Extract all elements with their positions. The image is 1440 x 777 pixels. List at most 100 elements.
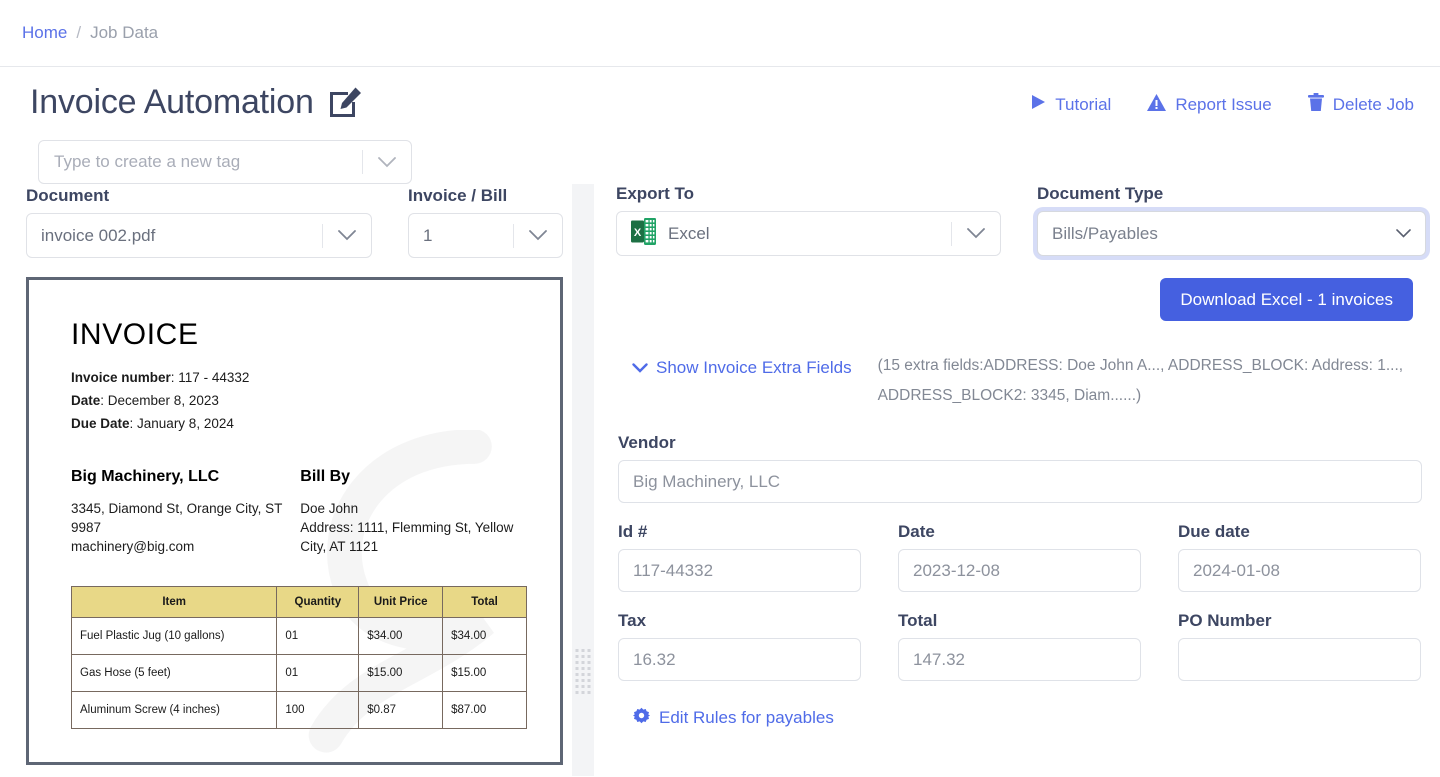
- chevron-down-icon[interactable]: [952, 228, 1000, 239]
- column-header-total: Total: [443, 587, 527, 618]
- column-header-unit-price: Unit Price: [359, 587, 443, 618]
- tax-field: Tax 16.32: [618, 611, 861, 681]
- left-selectors: Document invoice 002.pdf Invoice / Bill …: [26, 184, 572, 258]
- document-preview[interactable]: INVOICE Invoice number: 117 - 44332 Date…: [26, 277, 563, 765]
- tag-input-placeholder[interactable]: Type to create a new tag: [39, 152, 362, 172]
- pane-splitter[interactable]: [572, 184, 594, 776]
- date-value: 2023-12-08: [913, 561, 1000, 581]
- edit-rules-label: Edit Rules for payables: [659, 708, 834, 728]
- download-row: Download Excel - 1 invoices: [616, 278, 1426, 321]
- export-to-field: Export To X: [616, 184, 1001, 256]
- fields-row-1: Id # 117-44332 Date 2023-12-08 Due date …: [616, 522, 1426, 592]
- invoice-bill-select-value: 1: [409, 226, 513, 246]
- invoice-seller-address: 3345, Diamond St, Orange City, ST 9987: [71, 499, 300, 538]
- po-number-input[interactable]: [1178, 638, 1421, 681]
- tax-input[interactable]: 16.32: [618, 638, 861, 681]
- report-issue-label: Report Issue: [1175, 95, 1271, 115]
- breadcrumb-current: Job Data: [90, 23, 158, 43]
- document-select-value: invoice 002.pdf: [27, 226, 322, 246]
- breadcrumb: Home / Job Data: [0, 0, 1440, 67]
- invoice-seller: Big Machinery, LLC 3345, Diamond St, Ora…: [71, 466, 300, 557]
- chevron-down-icon[interactable]: [514, 230, 562, 241]
- invoice-line-items-table: Item Quantity Unit Price Total Fuel Plas…: [71, 586, 527, 729]
- invoice-meta-line: Due Date: January 8, 2024: [71, 412, 520, 435]
- cell-total: $87.00: [443, 692, 527, 729]
- edit-rules-link[interactable]: Edit Rules for payables: [616, 707, 1426, 729]
- download-excel-button[interactable]: Download Excel - 1 invoices: [1160, 278, 1413, 321]
- po-number-label: PO Number: [1178, 611, 1421, 631]
- invoice-meta-line: Invoice number: 117 - 44332: [71, 366, 520, 389]
- splitter-grip-icon[interactable]: [576, 649, 591, 694]
- total-value: 147.32: [913, 650, 965, 670]
- report-issue-button[interactable]: Report Issue: [1147, 94, 1271, 116]
- date-input[interactable]: 2023-12-08: [898, 549, 1141, 592]
- invoice-meta: Invoice number: 117 - 44332 Date: Decemb…: [71, 366, 520, 436]
- tutorial-label: Tutorial: [1055, 95, 1111, 115]
- invoice-seller-name: Big Machinery, LLC: [71, 466, 300, 489]
- warning-triangle-icon: [1147, 94, 1166, 116]
- delete-job-label: Delete Job: [1333, 95, 1414, 115]
- breadcrumb-separator: /: [76, 23, 81, 43]
- tag-select[interactable]: Type to create a new tag: [38, 140, 412, 184]
- total-label: Total: [898, 611, 1141, 631]
- total-field: Total 147.32: [898, 611, 1141, 681]
- cell-unit-price: $0.87: [359, 692, 443, 729]
- column-header-quantity: Quantity: [277, 587, 359, 618]
- cell-total: $15.00: [443, 655, 527, 692]
- play-icon: [1031, 94, 1046, 115]
- export-to-select[interactable]: X: [616, 211, 1001, 256]
- page-title-group: Invoice Automation: [30, 81, 364, 124]
- invoice-duedate-value: January 8, 2024: [137, 416, 234, 431]
- due-date-input[interactable]: 2024-01-08: [1178, 549, 1421, 592]
- edit-title-icon[interactable]: [328, 85, 364, 124]
- column-header-item: Item: [72, 587, 277, 618]
- id-number-field: Id # 117-44332: [618, 522, 861, 592]
- invoice-bill-select[interactable]: 1: [408, 213, 563, 258]
- invoice-billby: Bill By Doe John Address: 1111, Flemming…: [300, 466, 520, 557]
- delete-job-button[interactable]: Delete Job: [1308, 93, 1414, 116]
- cell-item: Aluminum Screw (4 inches): [72, 692, 277, 729]
- document-type-select[interactable]: Bills/Payables: [1037, 211, 1426, 256]
- page-title: Invoice Automation: [30, 84, 314, 121]
- cell-quantity: 01: [277, 618, 359, 655]
- breadcrumb-home-link[interactable]: Home: [22, 23, 67, 43]
- cell-item: Fuel Plastic Jug (10 gallons): [72, 618, 277, 655]
- po-number-field: PO Number: [1178, 611, 1421, 681]
- invoice-parties: Big Machinery, LLC 3345, Diamond St, Ora…: [71, 466, 520, 557]
- table-row: Gas Hose (5 feet) 01 $15.00 $15.00: [72, 655, 527, 692]
- document-select[interactable]: invoice 002.pdf: [26, 213, 372, 258]
- invoice-billby-heading: Bill By: [300, 466, 520, 489]
- due-date-field: Due date 2024-01-08: [1178, 522, 1421, 592]
- document-type-field: Document Type Bills/Payables: [1037, 184, 1426, 256]
- export-to-value: Excel: [658, 224, 951, 244]
- extra-fields-row: Show Invoice Extra Fields (15 extra fiel…: [616, 351, 1426, 411]
- invoice-billby-name: Doe John: [300, 499, 520, 518]
- invoice-meta-line: Date: December 8, 2023: [71, 389, 520, 412]
- total-input[interactable]: 147.32: [898, 638, 1141, 681]
- chevron-down-icon[interactable]: [363, 157, 411, 168]
- left-pane: Document invoice 002.pdf Invoice / Bill …: [0, 184, 572, 776]
- chevron-down-icon[interactable]: [323, 230, 371, 241]
- vendor-field: Vendor Big Machinery, LLC: [616, 433, 1426, 503]
- cell-quantity: 100: [277, 692, 359, 729]
- invoice-seller-email: machinery@big.com: [71, 537, 300, 556]
- show-extra-fields-toggle[interactable]: Show Invoice Extra Fields: [632, 351, 852, 384]
- tutorial-button[interactable]: Tutorial: [1031, 94, 1111, 115]
- excel-icon: X: [631, 218, 656, 250]
- trash-icon: [1308, 93, 1324, 116]
- document-label: Document: [26, 186, 372, 206]
- fields-row-2: Tax 16.32 Total 147.32 PO Number: [616, 611, 1426, 681]
- invoice-bill-field: Invoice / Bill 1: [408, 186, 563, 258]
- show-extra-fields-label: Show Invoice Extra Fields: [656, 351, 852, 384]
- date-label: Date: [898, 522, 1141, 542]
- cell-item: Gas Hose (5 feet): [72, 655, 277, 692]
- chevron-down-icon[interactable]: [1396, 225, 1411, 243]
- invoice-date-key: Date: [71, 393, 100, 408]
- vendor-label: Vendor: [618, 433, 1426, 453]
- cell-unit-price: $15.00: [359, 655, 443, 692]
- id-number-input[interactable]: 117-44332: [618, 549, 861, 592]
- right-pane: Export To X: [594, 184, 1440, 776]
- cell-unit-price: $34.00: [359, 618, 443, 655]
- svg-text:X: X: [634, 227, 642, 239]
- vendor-input[interactable]: Big Machinery, LLC: [618, 460, 1422, 503]
